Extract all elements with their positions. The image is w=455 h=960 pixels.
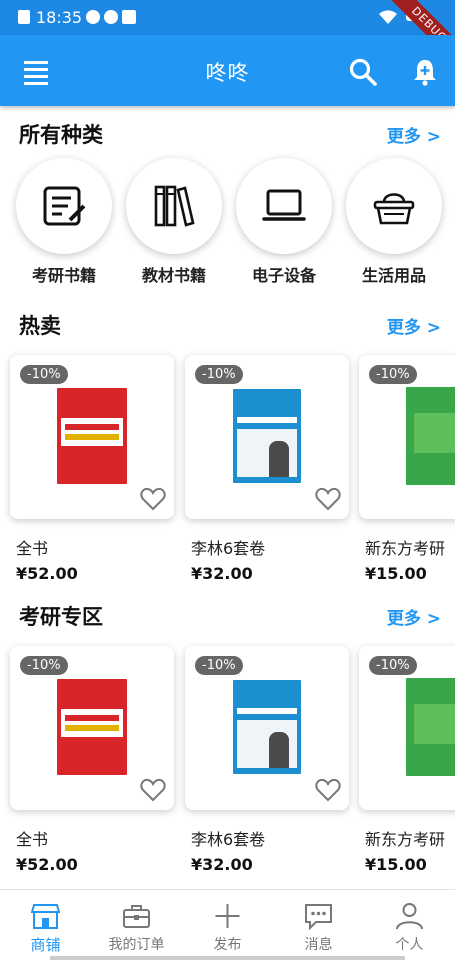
product-image [233,680,301,774]
more-link-categories[interactable]: 更多 > [387,122,441,147]
nav-item-profile[interactable]: 个人 [364,890,455,960]
product-card[interactable]: -10% 新东方考研 ¥15.00 [359,355,455,583]
product-name: 李林6套卷 [191,539,266,558]
nav-label: 发布 [213,937,242,953]
product-card[interactable]: -10% 全书 ¥52.00 [10,646,174,874]
more-link-kaoyan[interactable]: 更多 > [387,604,441,629]
briefcase-icon [123,905,150,928]
nav-item-messages[interactable]: 消息 [273,890,364,960]
wifi-icon [379,10,397,24]
status-bar: 18:35 54 DEBUG [0,0,455,74]
person-icon [396,903,423,930]
heart-icon[interactable] [140,487,166,511]
product-card[interactable]: -10% 全书 ¥52.00 [10,355,174,583]
product-name: 全书 [16,539,49,558]
category-label: 生活用品 [361,266,426,285]
sim-icon [18,10,30,24]
category-label: 电子设备 [251,266,316,285]
product-name: 新东方考研 [365,830,446,849]
category-item[interactable]: 生活用品 [346,158,442,286]
product-card[interactable]: -10% 李林6套卷 ¥32.00 [185,355,349,583]
product-name: 全书 [16,830,49,849]
discount-badge: -10% [369,656,417,675]
nav-label: 我的订单 [108,937,165,953]
basket-icon [373,193,415,225]
product-card[interactable]: -10% 李林6套卷 ¥32.00 [185,646,349,874]
check-icon [104,10,118,24]
nav-label: 商铺 [30,936,61,954]
category-item[interactable]: 电子设备 [236,158,332,286]
discount-badge: -10% [20,656,68,675]
home-indicator [50,956,405,960]
product-price: ¥15.00 [365,855,427,874]
section-title-categories: 所有种类 [19,123,103,147]
bottom-navigation: 商铺 我的订单 发布 消息 个人 [0,889,455,960]
heart-icon[interactable] [140,778,166,802]
category-label: 考研书籍 [31,266,96,285]
nav-label: 消息 [304,937,333,953]
nav-item-store[interactable]: 商铺 [0,890,91,960]
product-card[interactable]: -10% 新东方考研 ¥15.00 [359,646,455,874]
discount-badge: -10% [195,365,243,384]
product-price: ¥52.00 [16,855,78,874]
status-time: 18:35 [36,8,83,27]
message-notification-icon [122,10,136,24]
nav-item-publish[interactable]: 发布 [182,890,273,960]
product-image [57,388,127,484]
product-name: 李林6套卷 [191,830,266,849]
note-edit-icon [43,186,86,226]
product-name: 新东方考研 [365,539,446,558]
product-price: ¥52.00 [16,564,78,583]
nav-label: 个人 [395,937,424,953]
app-title: 咚咚 [205,61,250,85]
category-label: 教材书籍 [141,266,206,285]
store-icon [31,904,60,929]
section-title-kaoyan: 考研专区 [19,605,103,629]
discount-badge: -10% [195,656,243,675]
heart-icon[interactable] [315,778,341,802]
plus-icon [215,904,240,928]
heart-icon[interactable] [315,487,341,511]
product-price: ¥32.00 [191,855,253,874]
books-icon [154,185,195,227]
laptop-icon [262,189,306,221]
product-price: ¥32.00 [191,564,253,583]
notification-add-icon[interactable] [410,57,440,87]
product-image [406,678,455,776]
product-image [406,387,455,485]
app-notification-icon [86,10,100,24]
nav-item-orders[interactable]: 我的订单 [91,890,182,960]
product-image [233,389,301,483]
discount-badge: -10% [369,365,417,384]
message-icon [305,904,332,930]
more-link-hot[interactable]: 更多 > [387,313,441,338]
search-icon[interactable] [348,57,378,87]
discount-badge: -10% [20,365,68,384]
app-bar: 咚咚 [0,35,455,106]
category-item[interactable]: 教材书籍 [126,158,222,286]
product-image [57,679,127,775]
section-title-hot: 热卖 [19,314,61,338]
product-price: ¥15.00 [365,564,427,583]
category-item[interactable]: 考研书籍 [16,158,112,286]
